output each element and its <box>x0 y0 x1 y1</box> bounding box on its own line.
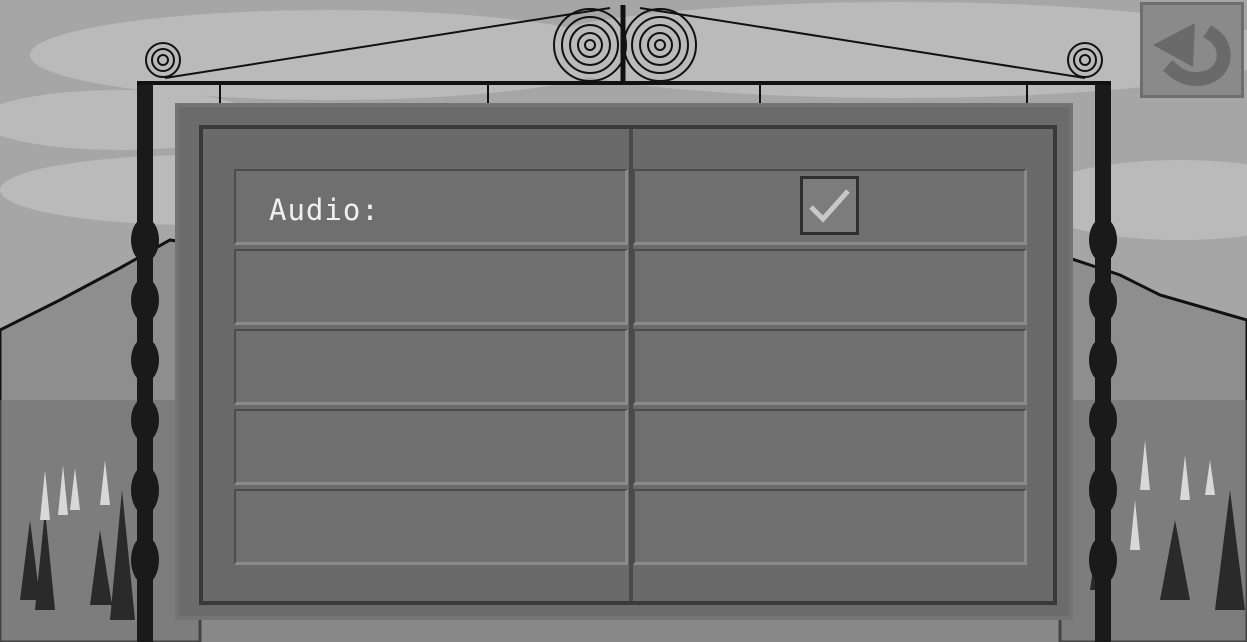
audio-label: Audio: <box>269 193 380 227</box>
undo-arrow-icon <box>1153 23 1231 86</box>
audio-checkbox[interactable] <box>800 176 859 235</box>
settings-panel: Audio: <box>199 125 1057 605</box>
settings-row-control-cell <box>633 409 1027 485</box>
settings-row-label-cell <box>234 329 628 405</box>
checkmark-icon <box>809 189 850 223</box>
settings-row-label-cell <box>234 409 628 485</box>
settings-row-label-cell <box>234 249 628 325</box>
settings-row-control-cell <box>633 249 1027 325</box>
settings-row-control-cell <box>633 169 1027 245</box>
settings-board: Audio: <box>175 103 1073 620</box>
settings-row-label-cell: Audio: <box>234 169 628 245</box>
settings-row-control-cell <box>633 489 1027 565</box>
settings-row-label-cell <box>234 489 628 565</box>
settings-row-control-cell <box>633 329 1027 405</box>
back-button[interactable] <box>1140 2 1244 98</box>
